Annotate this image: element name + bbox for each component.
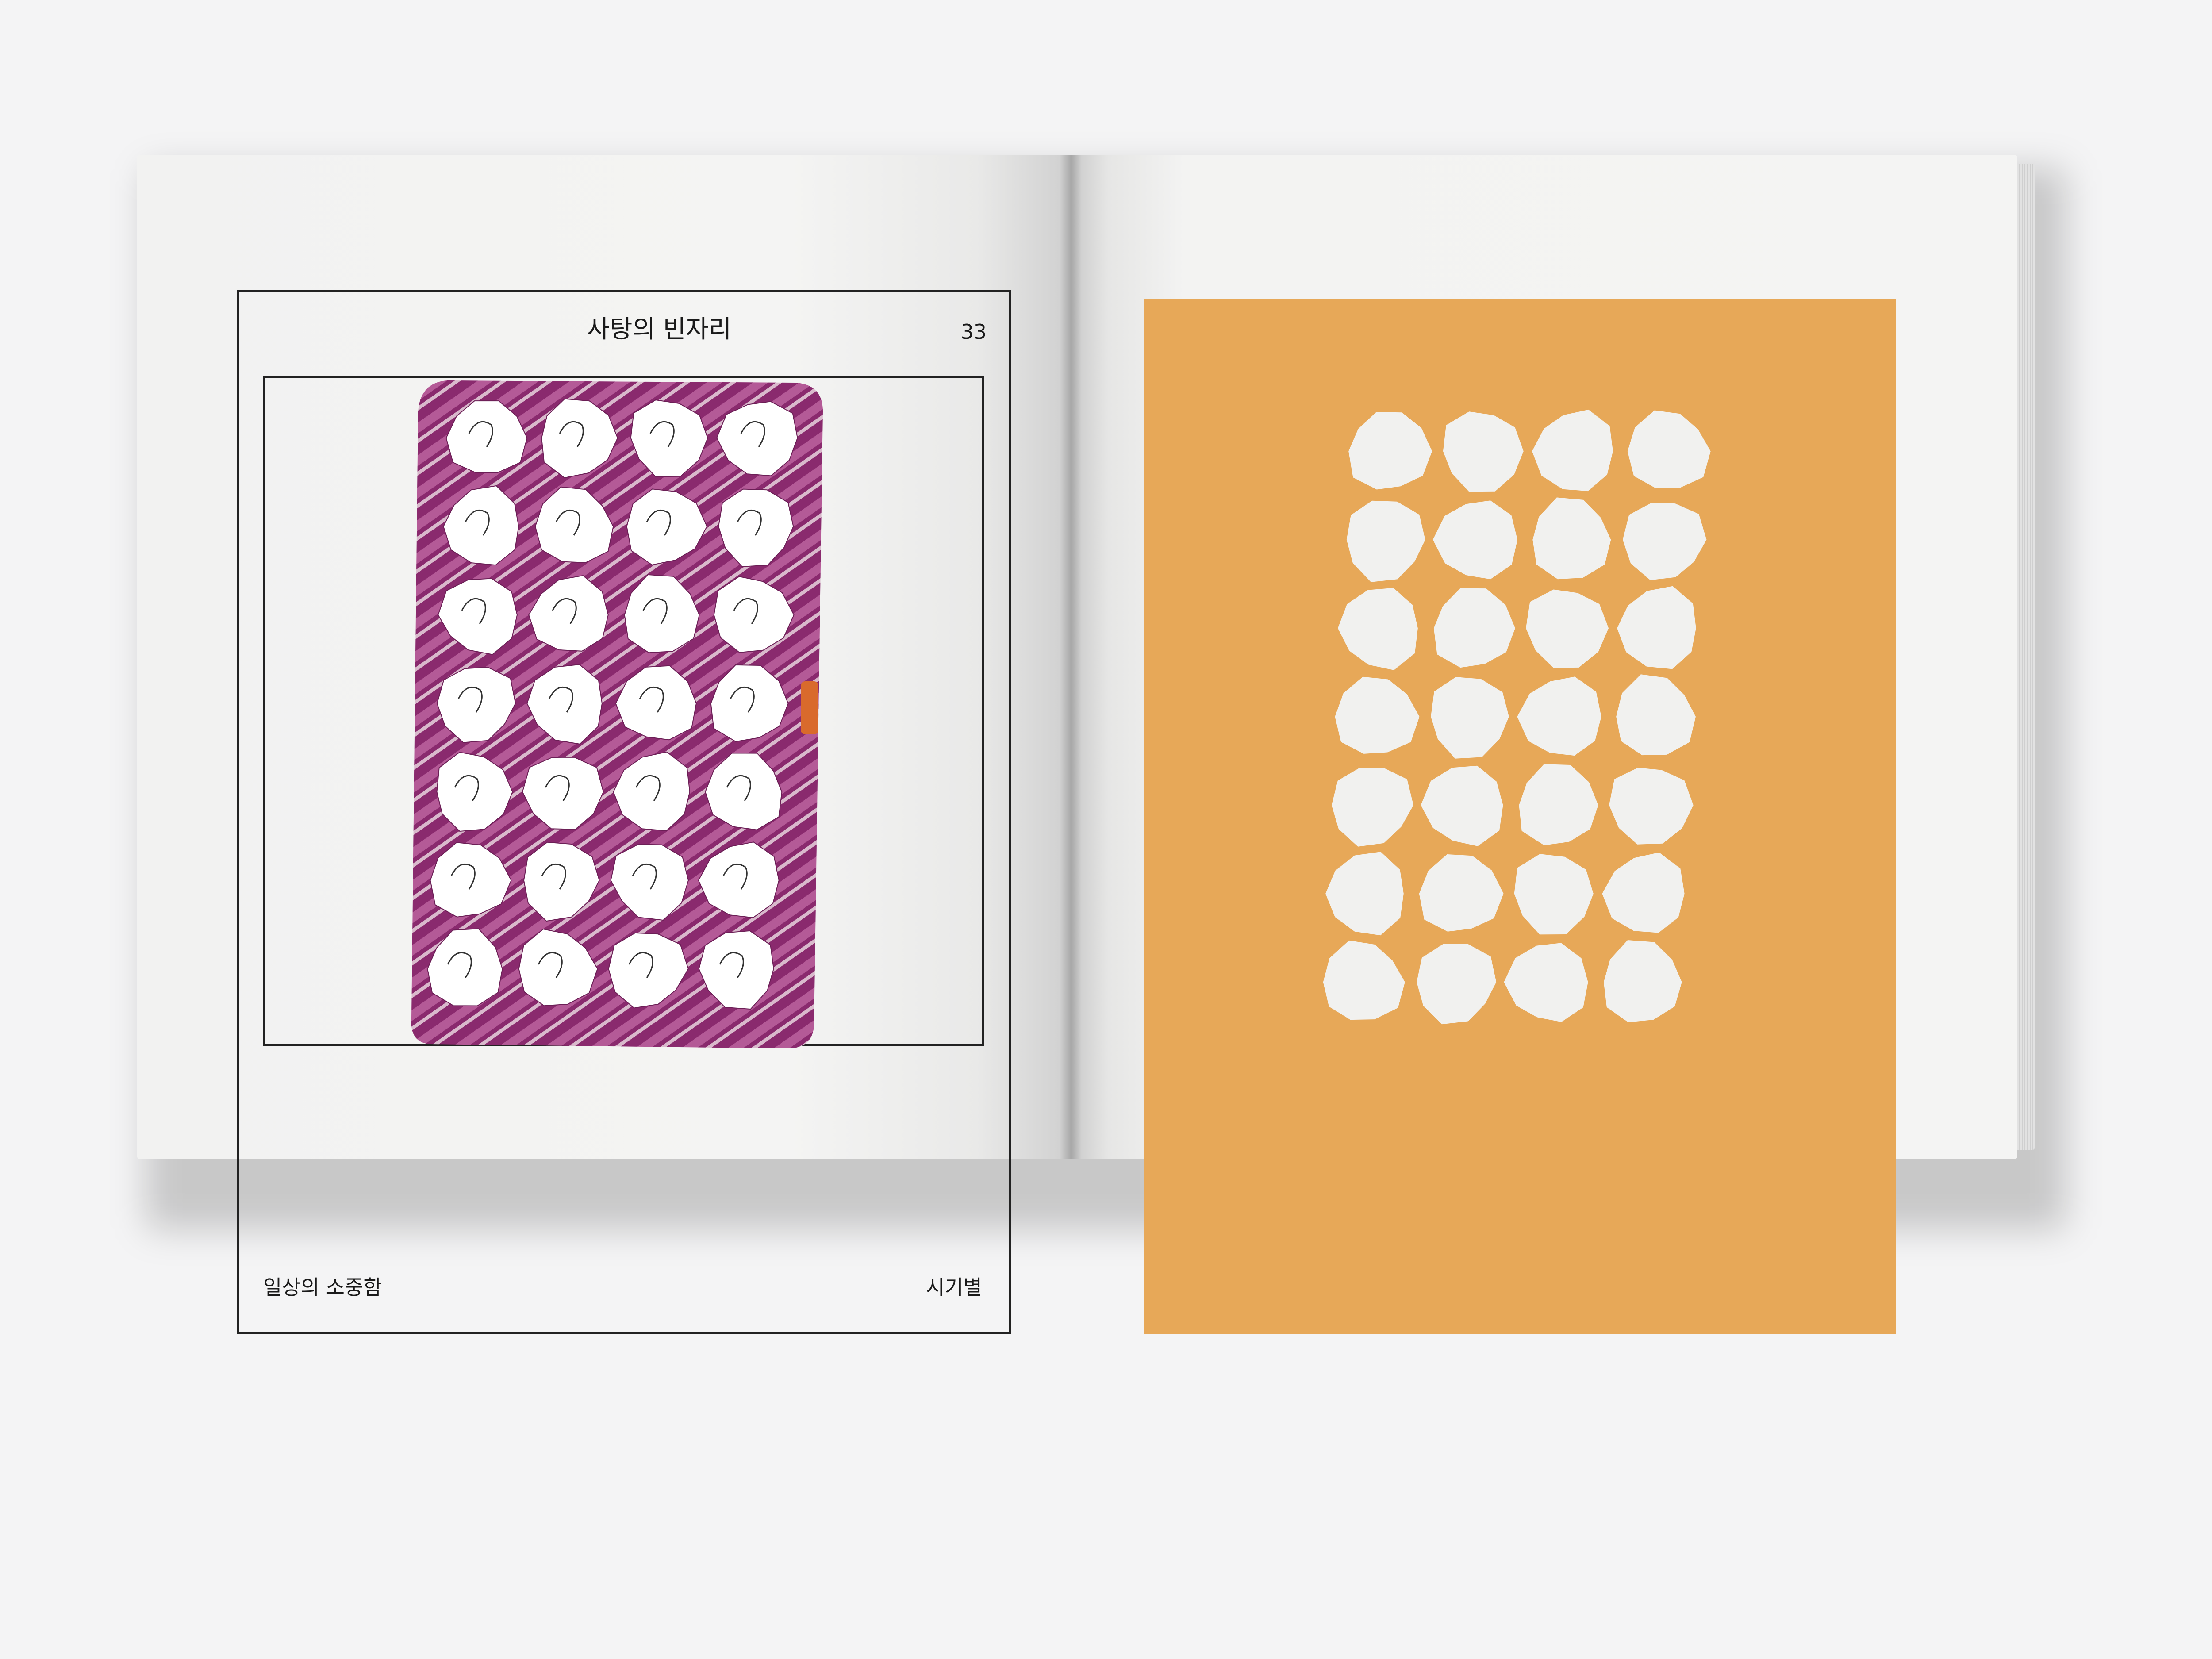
white-dot	[1432, 500, 1518, 580]
white-dot	[1338, 588, 1418, 670]
dot-grid	[1323, 409, 1711, 1025]
white-dot	[1519, 764, 1598, 845]
white-dot	[1616, 674, 1696, 756]
white-dot	[1433, 588, 1515, 668]
white-dot	[1431, 677, 1509, 759]
footer-left-label: 일상의 소중함	[263, 1275, 382, 1299]
white-dot	[1526, 589, 1609, 668]
white-dot	[1504, 943, 1588, 1022]
white-dot	[1532, 497, 1611, 580]
page-number: 33	[960, 320, 987, 344]
white-dot	[1325, 852, 1404, 936]
white-dot	[1617, 586, 1696, 669]
book-gutter	[1060, 155, 1082, 1159]
white-dot	[1602, 852, 1685, 933]
white-dot	[1417, 944, 1497, 1025]
white-dot	[1517, 676, 1601, 756]
blister-pack-photo	[411, 380, 823, 1048]
white-dot	[1622, 503, 1707, 580]
white-dot	[1532, 409, 1613, 492]
white-dot	[1421, 765, 1503, 846]
white-dot	[1443, 411, 1524, 492]
footer-right-label: 시기별	[926, 1275, 982, 1299]
white-dot	[1331, 768, 1413, 847]
white-dot	[1419, 854, 1504, 932]
white-dot	[1609, 768, 1694, 845]
open-book-scene: 사탕의 빈자리 33 일상의 소중함 시기별	[0, 0, 2212, 1659]
page-edges	[2017, 164, 2035, 1150]
white-dot	[1346, 500, 1425, 582]
white-dot	[1348, 412, 1432, 490]
dot-grid-illustration	[1323, 409, 1711, 1025]
white-dot	[1514, 854, 1594, 935]
white-dot	[1335, 676, 1420, 754]
white-dot	[1627, 410, 1711, 488]
white-dot	[1604, 940, 1682, 1022]
page-title: 사탕의 빈자리	[587, 315, 732, 344]
orange-tab	[801, 681, 818, 734]
white-dot	[1323, 940, 1405, 1020]
